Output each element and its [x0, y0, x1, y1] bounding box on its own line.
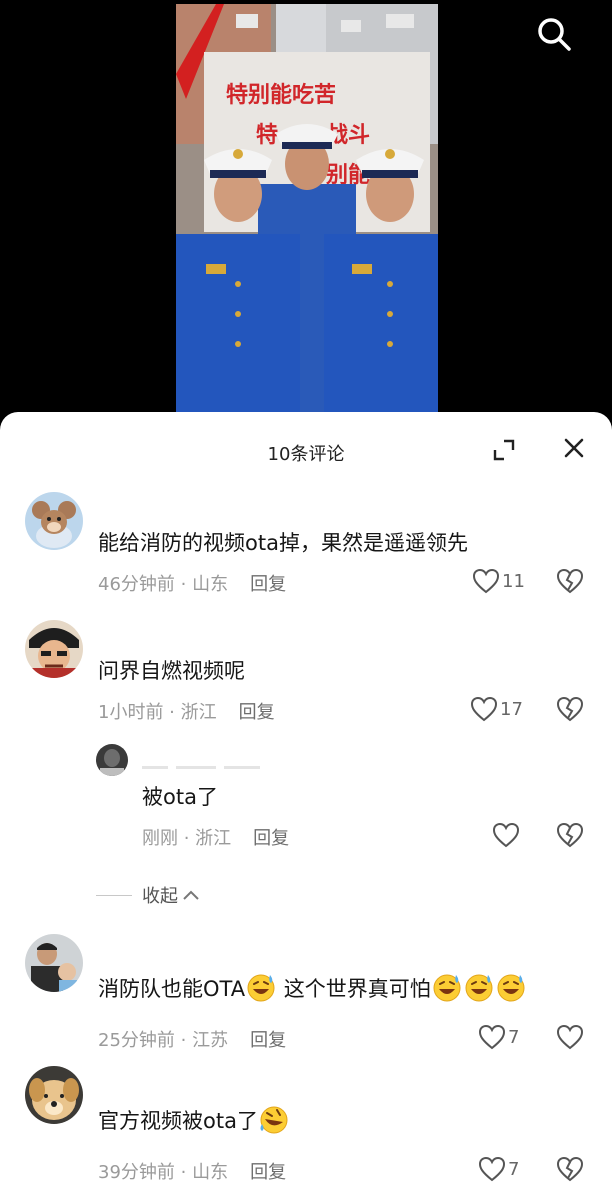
rolling-laugh-emoji: [258, 1104, 290, 1134]
comment-text: 官方视频被ota了: [98, 1104, 290, 1136]
comment-meta: 39分钟前 · 山东 回复: [98, 1158, 286, 1184]
avatar-mouse-image: [25, 492, 83, 550]
heart-icon: [470, 696, 498, 722]
like-button[interactable]: 11: [472, 568, 525, 594]
heart-outline-icon: [556, 1024, 584, 1050]
comment-meta: 1小时前 · 浙江 回复: [98, 698, 275, 724]
video-player[interactable]: 特别能吃苦 特 战斗 别能: [0, 0, 612, 440]
like-count: 11: [502, 570, 525, 592]
reply-button[interactable]: 回复: [250, 1162, 286, 1183]
search-icon: [538, 18, 571, 51]
like-button[interactable]: 17: [470, 696, 523, 722]
comment-time: 25分钟前: [98, 1030, 175, 1051]
comment-text-body: 官方视频被ota了: [98, 1109, 258, 1133]
avatar-dog-image: [25, 1066, 83, 1124]
sweat-smile-emoji: [495, 972, 527, 1002]
meta-separator: ·: [174, 1030, 193, 1051]
broken-heart-icon: [556, 568, 584, 594]
comment-sheet-header: 10条评论: [0, 412, 612, 488]
reply-button[interactable]: 回复: [239, 702, 275, 723]
avatar[interactable]: [25, 1066, 83, 1124]
comment-text-part-1: 消防队也能OTA: [98, 977, 246, 1001]
video-still-image: 特别能吃苦 特 战斗 别能: [176, 4, 438, 412]
like-button[interactable]: 7: [478, 1156, 519, 1182]
avatar[interactable]: [25, 934, 83, 992]
reply-time: 刚刚: [142, 828, 178, 849]
meta-separator: ·: [174, 1162, 193, 1183]
like-count: 7: [508, 1158, 520, 1180]
reply-username-obscured: [142, 756, 262, 769]
like-count: 7: [508, 1026, 520, 1048]
reply-button[interactable]: 回复: [253, 828, 289, 849]
sign-line-2: 特: [256, 122, 278, 148]
reply-button[interactable]: 回复: [250, 1030, 286, 1051]
comment-meta: 46分钟前 · 山东 回复: [98, 570, 286, 596]
dislike-button[interactable]: [556, 1156, 584, 1184]
dislike-button[interactable]: [556, 696, 584, 724]
broken-heart-icon: [556, 1156, 584, 1182]
like-count: 17: [500, 698, 523, 720]
reply-location: 浙江: [195, 828, 232, 849]
meta-separator: ·: [163, 702, 181, 723]
sign-line-1: 特别能吃苦: [226, 82, 336, 108]
reply-text: 被ota了: [142, 785, 218, 809]
avatar-anime-image: [25, 620, 83, 678]
sweat-smile-emoji: [245, 972, 277, 1002]
collapse-replies-button[interactable]: 收起: [96, 882, 200, 908]
obscured-username: [142, 766, 260, 769]
comment-text: 能给消防的视频ota掉，果然是遥遥领先: [98, 531, 468, 555]
comment-location: 江苏: [192, 1030, 229, 1051]
dislike-button[interactable]: [556, 822, 584, 850]
comment-time: 39分钟前: [98, 1162, 175, 1183]
close-icon: [564, 438, 584, 458]
heart-icon: [478, 1024, 506, 1050]
comment-text: 消防队也能OTA 这个世界真可怕: [98, 972, 527, 1004]
expand-icon: [493, 439, 515, 461]
collapse-divider: [96, 894, 132, 896]
meta-separator: ·: [174, 574, 193, 595]
dislike-button[interactable]: [556, 1024, 584, 1052]
dislike-button[interactable]: [556, 568, 584, 596]
comment-location: 山东: [192, 574, 229, 595]
sweat-smile-emoji: [463, 972, 495, 1002]
collapse-label: 收起: [142, 886, 178, 907]
comment-time: 1小时前: [98, 702, 164, 723]
comment-text-part-2: 这个世界真可怕: [277, 977, 431, 1001]
heart-icon: [472, 568, 500, 594]
comment-location: 山东: [192, 1162, 229, 1183]
reply-button[interactable]: 回复: [250, 574, 286, 595]
heart-icon: [478, 1156, 506, 1182]
like-button[interactable]: [492, 822, 520, 848]
broken-heart-icon: [556, 822, 584, 848]
close-button[interactable]: [560, 434, 588, 462]
heart-icon: [492, 822, 520, 848]
avatar[interactable]: [25, 620, 83, 678]
expand-button[interactable]: [490, 436, 518, 464]
comment-count-title: 10条评论: [267, 444, 345, 465]
reply-meta: 刚刚 · 浙江 回复: [142, 824, 289, 850]
reply-avatar[interactable]: [96, 744, 128, 776]
sweat-smile-emoji: [431, 972, 463, 1002]
avatar-dark-image: [96, 744, 128, 776]
comment-time: 46分钟前: [98, 574, 175, 595]
comment-meta: 25分钟前 · 江苏 回复: [98, 1026, 286, 1052]
meta-separator: ·: [178, 828, 196, 849]
broken-heart-icon: [556, 696, 584, 722]
like-button[interactable]: 7: [478, 1024, 519, 1050]
comment-sheet: 10条评论 能给消防的视频ota掉，果然是遥遥领先 46分钟前 · 山东 回复 …: [0, 412, 612, 1200]
comment-text: 问界自燃视频呢: [98, 659, 245, 683]
video-frame: 特别能吃苦 特 战斗 别能: [176, 4, 438, 412]
avatar-photo-image: [25, 934, 83, 992]
avatar[interactable]: [25, 492, 83, 550]
chevron-up-icon: [183, 890, 199, 900]
comment-location: 浙江: [180, 702, 217, 723]
search-button[interactable]: [534, 14, 574, 54]
